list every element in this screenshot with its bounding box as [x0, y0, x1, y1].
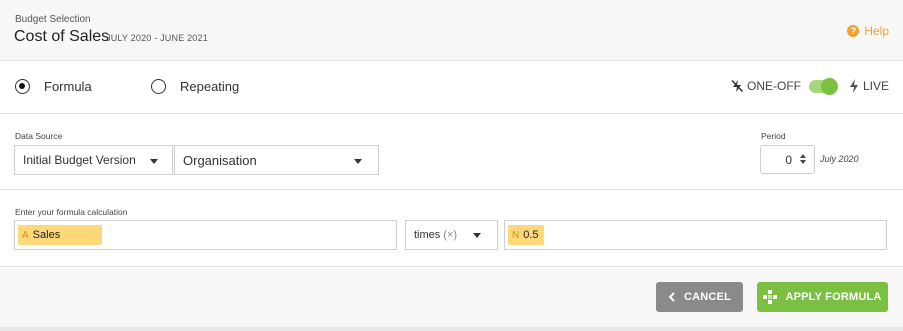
dialog-header: Budget Selection Cost of Sales JULY 2020…	[0, 0, 903, 61]
chevron-left-icon	[668, 292, 676, 302]
cancel-label: CANCEL	[683, 291, 732, 303]
help-icon: ?	[847, 25, 860, 37]
data-source-label: Data Source	[15, 131, 63, 141]
period-month: July 2020	[820, 154, 859, 164]
toggle-knob	[820, 77, 838, 95]
operand-b-value: 0.5	[523, 229, 539, 241]
apply-label: APPLY FORMULA	[785, 291, 882, 303]
radio-repeating[interactable]: Repeating	[151, 79, 239, 94]
radio-unchecked-icon	[151, 79, 166, 94]
chevron-down-icon	[150, 159, 158, 164]
help-link[interactable]: ? Help	[847, 24, 889, 38]
radio-repeating-label: Repeating	[180, 79, 240, 94]
live-toggle[interactable]	[808, 77, 838, 95]
operand-b-chip[interactable]: N 0.5	[508, 225, 544, 245]
operator-select[interactable]: times (×)	[405, 220, 498, 250]
cancel-button[interactable]: CANCEL	[656, 282, 743, 312]
version-select-value: Initial Budget Version	[23, 153, 136, 167]
period-value: 0	[785, 152, 792, 167]
data-source-section: Data Source Initial Budget Version Organ…	[0, 115, 903, 190]
dialog-footer: CANCEL APPLY FORMULA	[0, 268, 903, 331]
operator-label: times	[414, 229, 441, 241]
version-select[interactable]: Initial Budget Version	[14, 145, 173, 175]
mode-bar: Formula Repeating ONE-OFF LIVE	[0, 61, 903, 114]
formula-label: Enter your formula calculation	[15, 207, 128, 217]
stepper-arrows-icon[interactable]	[800, 154, 806, 164]
radio-checked-icon	[15, 79, 30, 94]
chevron-down-icon	[473, 233, 481, 238]
period-label: Period	[761, 131, 786, 141]
live-label: LIVE	[862, 79, 889, 93]
bolt-icon	[848, 79, 860, 93]
one-off-label: ONE-OFF	[746, 79, 801, 93]
account-tag: A	[22, 229, 29, 241]
radio-formula[interactable]: Formula	[15, 79, 92, 94]
formula-plus-icon	[763, 290, 778, 304]
operand-a-field[interactable]: A Sales	[14, 220, 397, 250]
bolt-off-icon	[730, 79, 744, 93]
operand-a-value: Sales	[32, 229, 61, 241]
period-stepper[interactable]: 0	[760, 145, 815, 174]
entity-select[interactable]: Organisation	[174, 145, 379, 175]
apply-formula-button[interactable]: APPLY FORMULA	[757, 282, 888, 312]
radio-formula-label: Formula	[44, 79, 92, 94]
formula-section: Enter your formula calculation A Sales t…	[0, 191, 903, 267]
page-title: Cost of Sales	[14, 28, 110, 45]
divider	[0, 327, 903, 331]
operand-b-field[interactable]: N 0.5	[504, 220, 887, 250]
header-eyebrow: Budget Selection	[15, 14, 91, 25]
budget-period: JULY 2020 - JUNE 2021	[106, 33, 208, 43]
live-mode-switch-group: ONE-OFF LIVE	[730, 77, 889, 95]
entity-select-value: Organisation	[183, 152, 257, 168]
number-tag: N	[512, 229, 520, 241]
chevron-down-icon	[354, 159, 362, 164]
help-label: Help	[864, 24, 889, 38]
operand-a-chip[interactable]: A Sales	[18, 225, 102, 245]
operator-symbol: (×)	[443, 229, 458, 241]
